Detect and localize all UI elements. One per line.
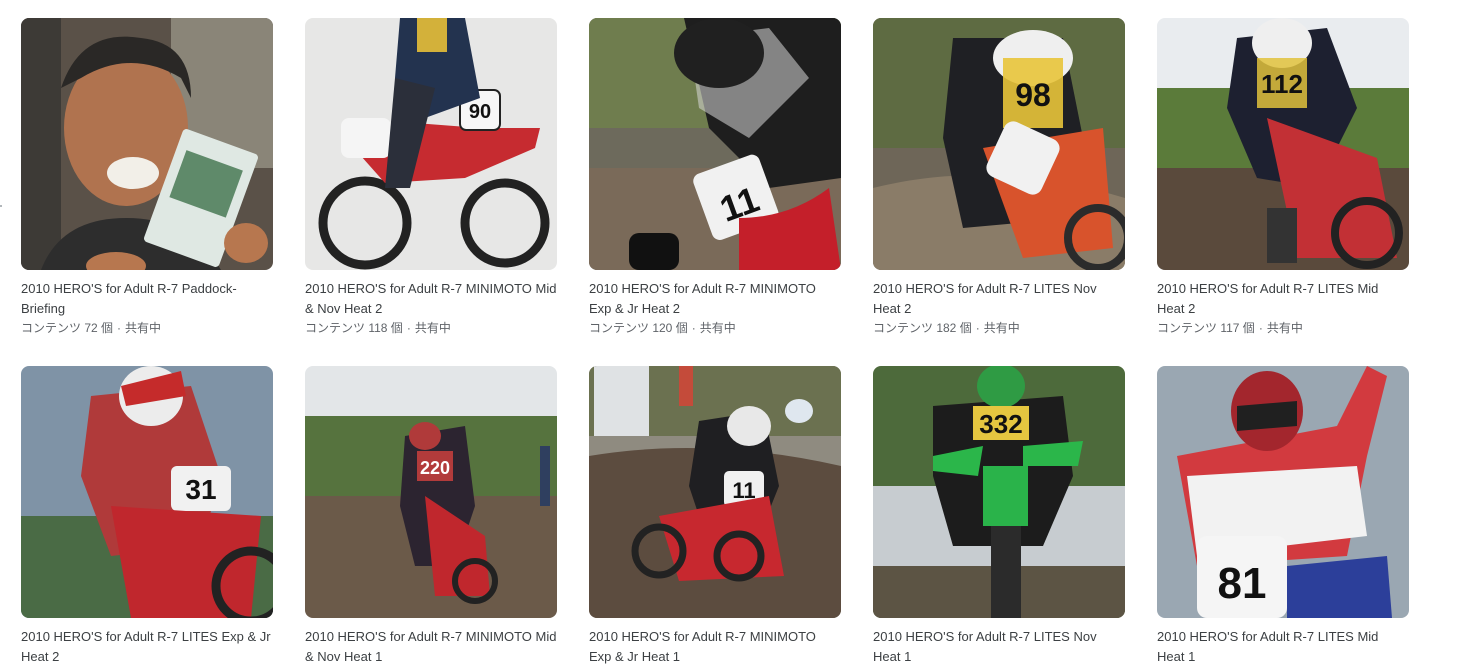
photo-thumbnail-icon: 98	[873, 18, 1125, 270]
photo-thumbnail-icon: 90	[305, 18, 557, 270]
content-count: コンテンツ 117 個	[1157, 321, 1255, 335]
album-title: 2010 HERO'S for Adult R-7 LITES Nov Heat…	[873, 629, 1097, 664]
album-title: 2010 HERO'S for Adult R-7 LITES Mid Heat…	[1157, 281, 1379, 316]
album-thumbnail[interactable]: 98	[873, 18, 1125, 270]
photo-thumbnail-icon: 31	[21, 366, 273, 618]
album-thumbnail[interactable]: 81	[1157, 366, 1409, 618]
race-number: 220	[420, 458, 450, 478]
photo-thumbnail-icon: 332	[873, 366, 1125, 618]
photo-thumbnail-icon: 11	[589, 18, 841, 270]
album-meta: コンテンツ 117 個 · 共有中	[1157, 320, 1409, 336]
album-thumbnail[interactable]: 112	[1157, 18, 1409, 270]
album-title: 2010 HERO'S for Adult R-7 Paddock-Briefi…	[21, 281, 237, 316]
race-number: 31	[185, 474, 216, 505]
separator-dot: ·	[117, 321, 122, 335]
album-thumbnail[interactable]: 31	[21, 366, 273, 618]
content-count: コンテンツ 120 個	[589, 321, 688, 335]
album-thumbnail[interactable]: 332	[873, 366, 1125, 618]
race-number: 332	[979, 409, 1022, 439]
album-title: 2010 HERO'S for Adult R-7 MINIMOTO Exp &…	[589, 629, 816, 664]
photo-thumbnail-icon: 11	[589, 366, 841, 618]
photo-thumbnail-icon: 220	[305, 366, 557, 618]
album-thumbnail[interactable]: 11	[589, 366, 841, 618]
separator-dot: ·	[406, 321, 411, 335]
album-title: 2010 HERO'S for Adult R-7 LITES Nov Heat…	[873, 281, 1097, 316]
album-thumbnail[interactable]: 90	[305, 18, 557, 270]
album-thumbnail[interactable]: 220	[305, 366, 557, 618]
race-number: 98	[1015, 77, 1051, 113]
album-thumbnail[interactable]	[21, 18, 273, 270]
album-meta: コンテンツ 72 個 · 共有中	[21, 320, 273, 336]
shared-status: 共有中	[699, 321, 736, 335]
album-thumbnail[interactable]: 11	[589, 18, 841, 270]
separator-dot: ·	[975, 321, 980, 335]
separator-dot: ·	[1258, 321, 1263, 335]
race-number: 112	[1261, 69, 1303, 99]
photo-thumbnail-icon: 81	[1157, 366, 1409, 618]
photo-thumbnail-icon	[21, 18, 273, 270]
album-meta: コンテンツ 118 個 · 共有中	[305, 320, 557, 336]
album-title: 2010 HERO'S for Adult R-7 LITES Exp & Jr…	[21, 629, 271, 664]
race-number: 81	[1218, 559, 1267, 608]
album-title: 2010 HERO'S for Adult R-7 MINIMOTO Exp &…	[589, 281, 816, 316]
album-title: 2010 HERO'S for Adult R-7 LITES Mid Heat…	[1157, 629, 1379, 664]
album-meta: コンテンツ 120 個 · 共有中	[589, 320, 841, 336]
content-count: コンテンツ 182 個	[873, 321, 972, 335]
album-title: 2010 HERO'S for Adult R-7 MINIMOTO Mid &…	[305, 629, 557, 664]
photo-thumbnail-icon: 112	[1157, 18, 1409, 270]
album-meta: コンテンツ 182 個 · 共有中	[873, 320, 1125, 336]
album-grid: 2010 HERO'S for Adult R-7 Paddock-Briefi…	[0, 0, 1457, 668]
shared-status: 共有中	[983, 321, 1020, 335]
shared-status: 共有中	[125, 321, 162, 335]
race-number: 90	[469, 101, 491, 123]
content-count: コンテンツ 118 個	[305, 321, 403, 335]
content-count: コンテンツ 72 個	[21, 321, 114, 335]
shared-status: 共有中	[414, 321, 451, 335]
shared-status: 共有中	[1266, 321, 1303, 335]
separator-dot: ·	[691, 321, 696, 335]
album-title: 2010 HERO'S for Adult R-7 MINIMOTO Mid &…	[305, 281, 557, 316]
